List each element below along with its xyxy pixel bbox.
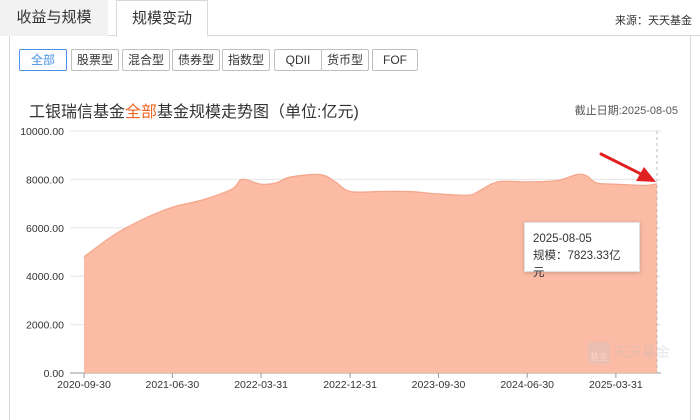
- x-tick-label: 2020-09-30: [57, 379, 111, 391]
- x-tick-label: 2024-06-30: [500, 379, 554, 391]
- x-axis: 2020-09-30 2021-06-30 2022-03-31 2022-12-31…: [57, 373, 643, 391]
- y-tick-label: 10000.00: [20, 126, 64, 138]
- tiantian-fund-watermark: 基金 天天基金: [588, 340, 678, 368]
- chart-tooltip: 2025-08-05 规模：7823.33亿元: [524, 222, 640, 279]
- x-tick-label: 2021-06-30: [146, 379, 200, 391]
- x-tick-label: 2023-09-30: [412, 379, 466, 391]
- x-tick-label: 2022-03-31: [234, 379, 288, 391]
- y-tick-label: 2000.00: [26, 320, 64, 332]
- y-tick-label: 4000.00: [26, 271, 64, 283]
- tooltip-date: 2025-08-05: [533, 233, 592, 245]
- y-axis: 0.002000.004000.006000.008000.0010000.00: [20, 126, 64, 380]
- x-tick-label: 2022-12-31: [323, 379, 377, 391]
- red-arrow-shaft: [599, 152, 645, 177]
- watermark-logo-icon: 基金: [588, 342, 610, 364]
- watermark-text: 天天基金: [614, 344, 670, 360]
- tooltip-value: 规模：7823.33亿元: [533, 250, 621, 279]
- y-tick-label: 6000.00: [26, 223, 64, 235]
- x-tick-label: 2025-03-31: [589, 379, 643, 391]
- y-tick-label: 8000.00: [26, 174, 64, 186]
